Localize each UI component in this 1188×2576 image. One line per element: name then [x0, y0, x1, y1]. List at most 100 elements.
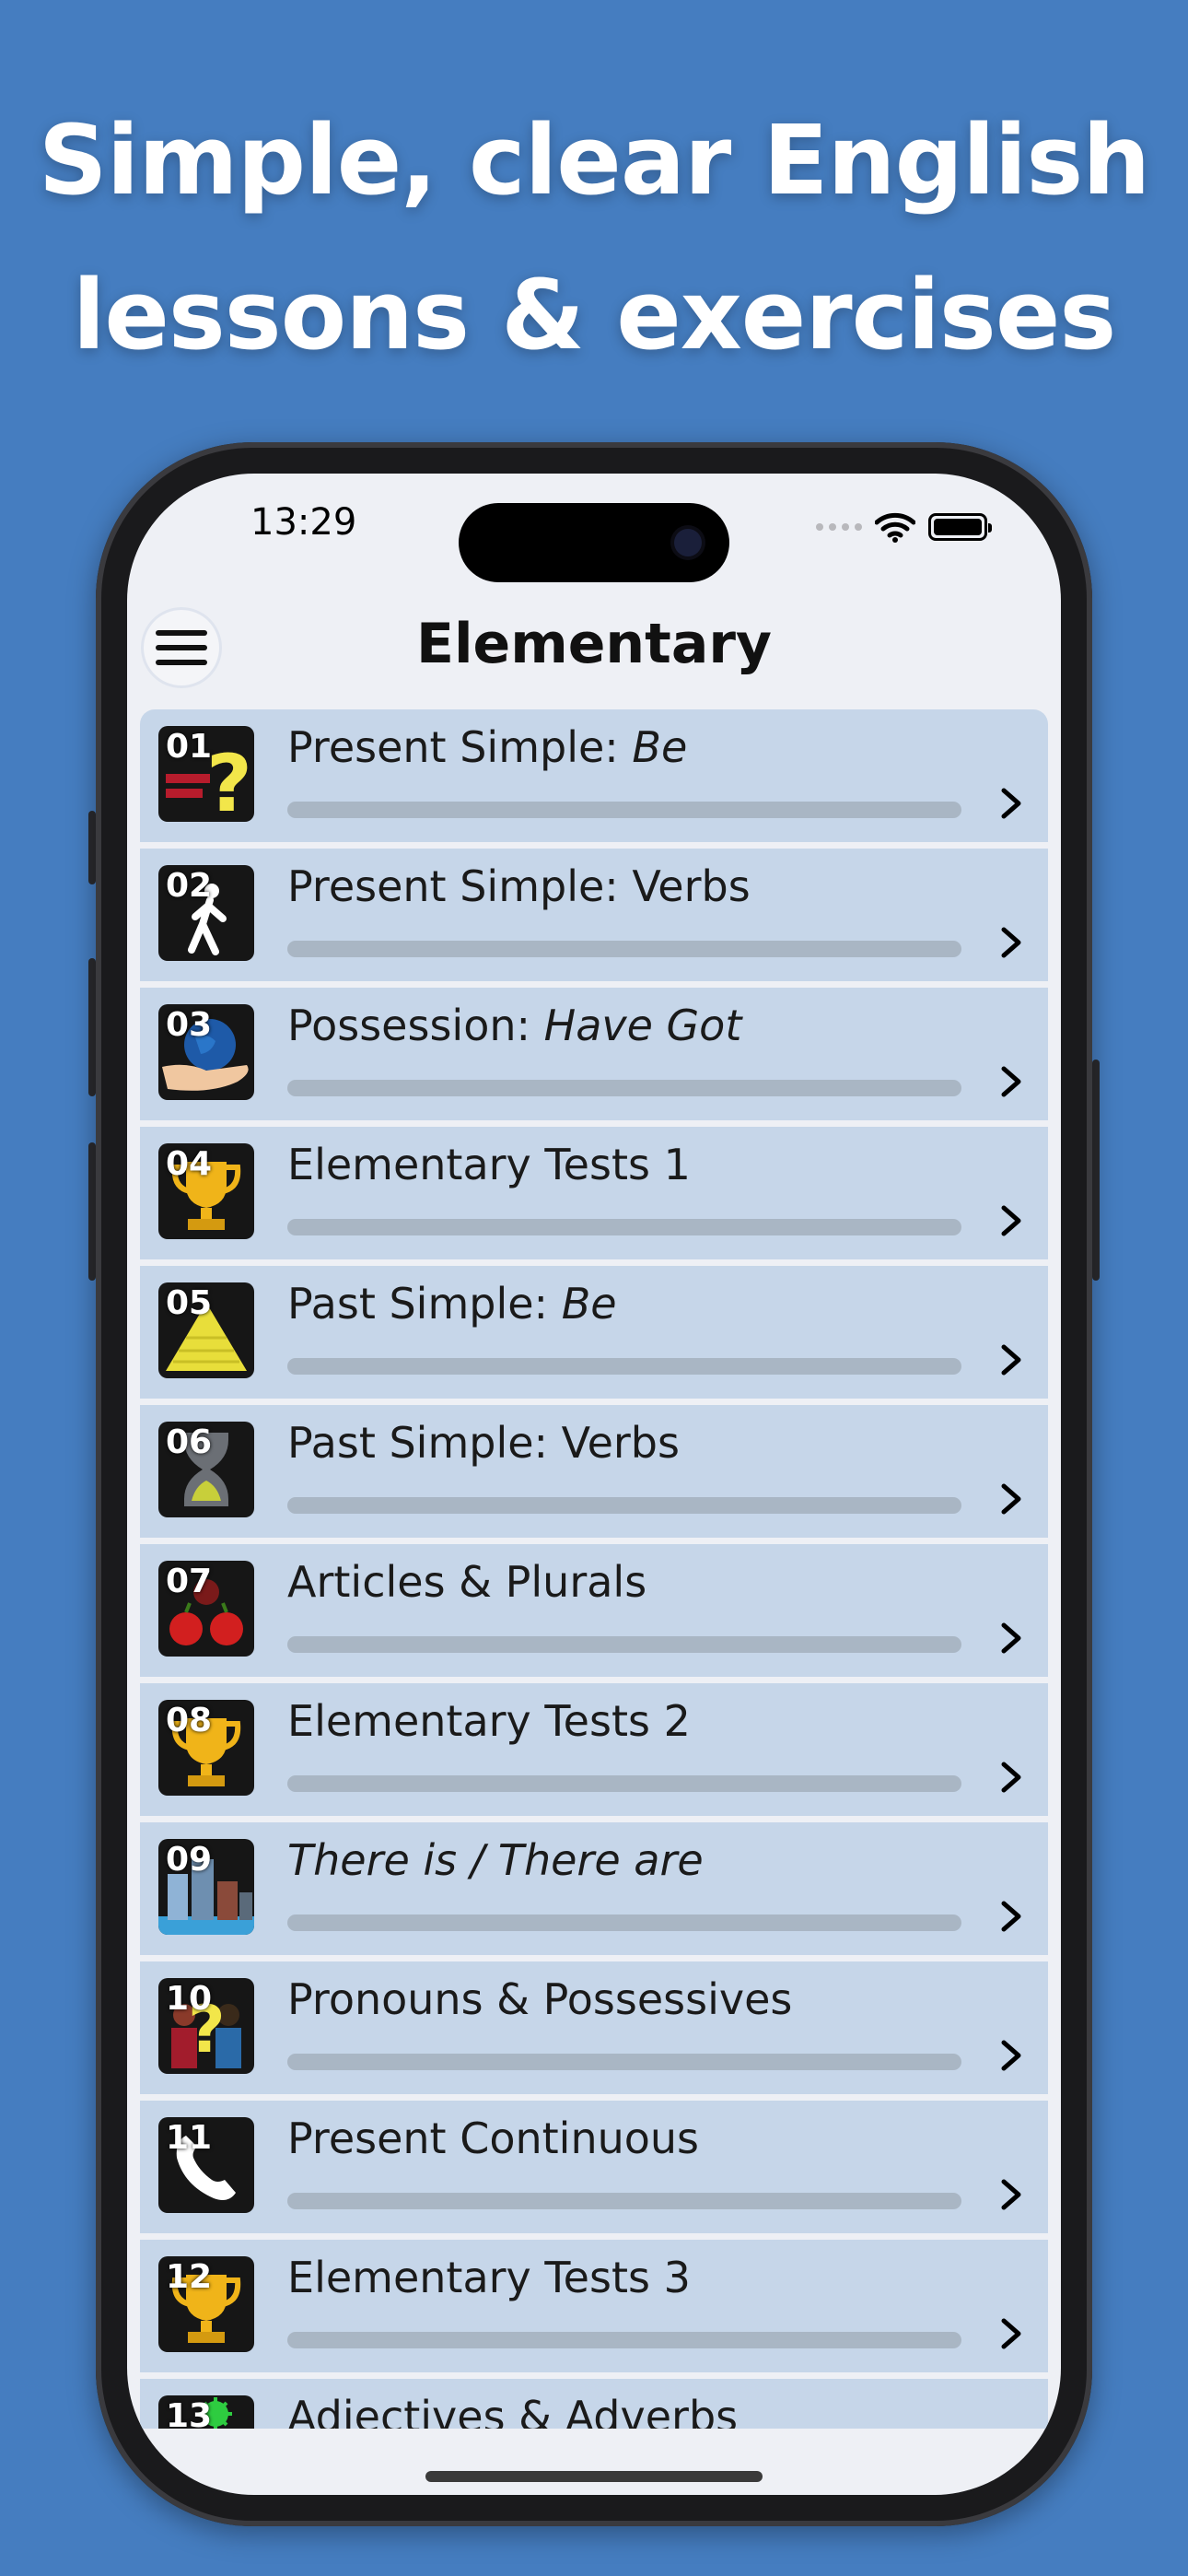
lesson-progress-bar [287, 2193, 961, 2209]
lesson-row[interactable]: 05 Past Simple: Be [140, 1266, 1048, 1399]
wifi-icon [875, 512, 915, 543]
lesson-title: Possession: Have Got [287, 1001, 741, 1050]
lesson-title: Elementary Tests 2 [287, 1696, 691, 1746]
lesson-number: 08 [166, 1702, 213, 1739]
lesson-row[interactable]: 07 Articles & Plurals [140, 1544, 1048, 1677]
lesson-row[interactable]: 09 There is / There are [140, 1822, 1048, 1955]
lesson-progress-bar [287, 2054, 961, 2070]
lesson-title-text: Present Simple: Verbs [287, 861, 751, 911]
camera-icon [674, 529, 702, 556]
lesson-thumbnail: 06 [158, 1422, 254, 1517]
lesson-title-text: Adjectives & Adverbs [287, 2392, 739, 2429]
chevron-right-icon [1001, 1483, 1021, 1515]
lesson-title-text: Present Simple: [287, 722, 633, 772]
lesson-row[interactable]: 12 Elementary Tests 3 [140, 2240, 1048, 2372]
lesson-progress-bar [287, 1636, 961, 1653]
lesson-number: 07 [166, 1563, 213, 1600]
lesson-title-text: Past Simple: Verbs [287, 1418, 680, 1468]
chevron-right-icon [1001, 788, 1021, 819]
lesson-progress-bar [287, 802, 961, 818]
lesson-thumbnail: 07 [158, 1561, 254, 1657]
signal-icon [816, 523, 862, 531]
lesson-number: 01 [166, 728, 213, 766]
lesson-progress-bar [287, 1914, 961, 1931]
lesson-title: Present Simple: Be [287, 722, 687, 772]
lesson-title-italic: Be [632, 722, 688, 772]
lesson-title-text: Elementary Tests 1 [287, 1140, 691, 1189]
chevron-right-icon [1001, 1205, 1021, 1236]
lesson-thumbnail: 05 [158, 1282, 254, 1378]
lesson-title: Articles & Plurals [287, 1557, 646, 1607]
lesson-thumbnail: 04 [158, 1143, 254, 1239]
lesson-progress-bar [287, 2332, 961, 2348]
lesson-thumbnail: ? 01 [158, 726, 254, 822]
headline-line-1: Simple, clear English [38, 104, 1151, 217]
lesson-number: 13 [166, 2397, 213, 2429]
headline-line-2: lessons & exercises [72, 259, 1117, 371]
lesson-title-italic: Have Got [543, 1001, 742, 1050]
lesson-progress-bar [287, 1497, 961, 1514]
page-title: Elementary [415, 612, 773, 676]
lesson-title: Elementary Tests 1 [287, 1140, 691, 1189]
status-time: 13:29 [250, 501, 357, 544]
lesson-list[interactable]: ? 01 Present Simple: Be 02 Present Simple: V… [140, 709, 1048, 2429]
lesson-thumbnail: ? 10 [158, 1978, 254, 2074]
lesson-number: 05 [166, 1284, 213, 1322]
lesson-title-text: Elementary Tests 3 [287, 2253, 691, 2302]
lesson-row[interactable]: 02 Present Simple: Verbs [140, 849, 1048, 981]
lesson-title-text: Pronouns & Possessives [287, 1974, 793, 2024]
lesson-row[interactable]: 13 Adjectives & Adverbs [140, 2379, 1048, 2429]
lesson-title: Elementary Tests 3 [287, 2253, 691, 2302]
svg-text:?: ? [206, 738, 252, 822]
lesson-thumbnail: 08 [158, 1700, 254, 1796]
lesson-row[interactable]: 04 Elementary Tests 1 [140, 1127, 1048, 1259]
lesson-row[interactable]: 08 Elementary Tests 2 [140, 1683, 1048, 1816]
lesson-title-text: Possession: [287, 1001, 544, 1050]
lesson-title-text: Articles & Plurals [287, 1557, 647, 1607]
home-indicator[interactable] [425, 2471, 763, 2482]
lesson-title: Past Simple: Verbs [287, 1418, 680, 1468]
volume-up-button [88, 958, 96, 1096]
chevron-right-icon [1001, 1066, 1021, 1097]
lesson-number: 11 [166, 2119, 213, 2157]
chevron-right-icon [1001, 2179, 1021, 2210]
lesson-title: Present Simple: Verbs [287, 861, 751, 911]
lesson-number: 10 [166, 1980, 213, 2018]
lesson-title-italic: Be [561, 1279, 617, 1329]
lesson-row[interactable]: 03 Possession: Have Got [140, 988, 1048, 1120]
lesson-progress-bar [287, 1219, 961, 1235]
status-icons [816, 510, 992, 544]
lesson-title-text: Past Simple: [287, 1279, 562, 1329]
lesson-number: 12 [166, 2258, 213, 2296]
phone-screen: 13:29 Elementary ? 01 Present Simple: Be 02… [127, 474, 1061, 2495]
lesson-thumbnail: 02 [158, 865, 254, 961]
lesson-number: 02 [166, 867, 213, 905]
lesson-title: Pronouns & Possessives [287, 1974, 792, 2024]
lesson-row[interactable]: 11 Present Continuous [140, 2101, 1048, 2233]
lesson-row[interactable]: ? 01 Present Simple: Be [140, 709, 1048, 842]
lesson-progress-bar [287, 1080, 961, 1096]
lesson-thumbnail: 09 [158, 1839, 254, 1935]
lesson-title-text: Elementary Tests 2 [287, 1696, 691, 1746]
chevron-right-icon [1001, 1901, 1021, 1932]
lesson-thumbnail: 13 [158, 2395, 254, 2429]
lesson-row[interactable]: 06 Past Simple: Verbs [140, 1405, 1048, 1538]
chevron-right-icon [1001, 2040, 1021, 2071]
lesson-number: 03 [166, 1006, 213, 1044]
lesson-title: Past Simple: Be [287, 1279, 617, 1329]
lesson-title-text: Present Continuous [287, 2113, 700, 2163]
action-button [88, 811, 96, 884]
lesson-thumbnail: 03 [158, 1004, 254, 1100]
lesson-title-italic: There is / There are [287, 1835, 704, 1885]
lesson-row[interactable]: ? 10 Pronouns & Possessives [140, 1961, 1048, 2094]
battery-icon [928, 513, 992, 541]
lesson-number: 04 [166, 1145, 213, 1183]
dynamic-island [459, 503, 729, 582]
lesson-thumbnail: 12 [158, 2256, 254, 2352]
lesson-title: Present Continuous [287, 2113, 699, 2163]
lesson-title: Adjectives & Adverbs [287, 2392, 738, 2429]
volume-down-button [88, 1142, 96, 1281]
power-button [1092, 1060, 1100, 1281]
lesson-number: 09 [166, 1841, 213, 1879]
lesson-number: 06 [166, 1423, 213, 1461]
